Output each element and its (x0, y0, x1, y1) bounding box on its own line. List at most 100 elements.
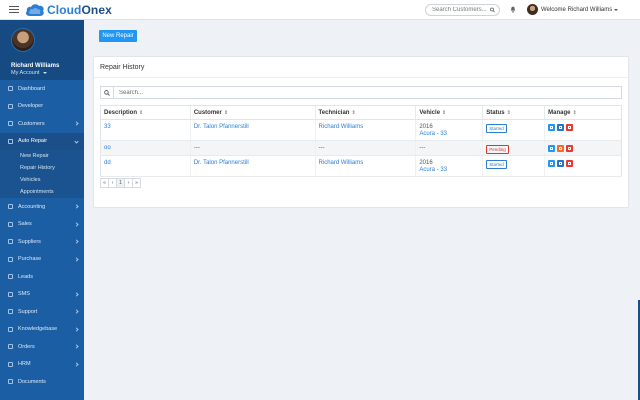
edit-icon[interactable] (557, 124, 565, 131)
sort-icon[interactable]: ⇕ (572, 110, 576, 116)
sort-icon[interactable]: ⇕ (442, 110, 446, 116)
chevron-icon (74, 221, 79, 227)
column-header-customer[interactable]: Customer ⇕ (189, 105, 316, 120)
sidebar-item-support[interactable]: Support (0, 303, 84, 321)
delete-icon[interactable] (566, 145, 574, 152)
column-header-vehicle[interactable]: Vehicle ⇕ (415, 105, 483, 120)
description-link[interactable]: dd (104, 160, 111, 166)
chevron-icon (74, 121, 79, 126)
sort-icon[interactable]: ⇕ (351, 110, 355, 116)
view-icon[interactable] (548, 160, 556, 167)
description-link[interactable]: 33 (104, 124, 111, 130)
my-account-link[interactable]: My Account (11, 70, 47, 76)
sales-icon (8, 221, 13, 227)
sidebar: Richard Williams My Account Dashboard Dev… (0, 20, 84, 400)
delete-icon[interactable] (566, 124, 574, 131)
sidebar-item-customers[interactable]: Customers (0, 115, 84, 133)
vehicle-link[interactable]: Acura - 33 (419, 131, 482, 137)
technician-link[interactable]: Richard Williams (319, 160, 364, 166)
column-label: Customer (193, 109, 222, 116)
sidebar-item-documents[interactable]: Documents (0, 373, 84, 391)
sidebar-item-hrm[interactable]: HRM (0, 356, 84, 374)
cell-vehicle: 2016 Acura - 33 (415, 155, 483, 177)
column-header-description[interactable]: Description ⇕ (100, 105, 191, 120)
sidebar-item-developer[interactable]: Developer (0, 98, 84, 116)
customer-search-input[interactable] (432, 7, 490, 13)
sidebar-item-knowledgebase[interactable]: Knowledgebase (0, 321, 84, 339)
chevron-down-icon (42, 71, 47, 74)
pager-button-4[interactable]: » (132, 178, 141, 188)
menu-toggle-icon[interactable] (9, 6, 19, 13)
table-row: 33 Dr. Talon Pfannerstill Richard Williams… (100, 119, 622, 141)
chevron-icon (74, 138, 79, 144)
sidebar-item-label: Leads (18, 273, 33, 280)
sort-icon[interactable]: ⇕ (507, 110, 511, 116)
column-header-manage[interactable]: Manage ⇕ (544, 105, 622, 120)
view-icon[interactable] (548, 145, 556, 152)
sidebar-item-label: Purchase (18, 256, 42, 263)
repair-table: Description ⇕ Customer ⇕ Technician ⇕ Vehicle ⇕… (100, 105, 622, 177)
sidebar-item-accounting[interactable]: Accounting (0, 198, 84, 216)
customer-link[interactable]: Dr. Talon Pfannerstill (194, 160, 249, 166)
sidebar-item-orders[interactable]: Orders (0, 338, 84, 356)
description-link[interactable]: oo (104, 145, 111, 151)
manage-actions (548, 160, 621, 167)
purchase-icon (8, 256, 13, 262)
new-repair-button[interactable]: New Repair (99, 30, 137, 42)
sidebar-profile: Richard Williams My Account (0, 20, 84, 80)
delete-icon-glyph (568, 147, 572, 150)
table-search[interactable] (100, 86, 622, 99)
sidebar-menu: Dashboard Developer Customers Auto Repair Ne… (0, 80, 84, 391)
customer-link[interactable]: Dr. Talon Pfannerstill (194, 124, 249, 130)
sort-icon[interactable]: ⇕ (139, 110, 143, 116)
chevron-icon (74, 361, 79, 367)
delete-icon[interactable] (566, 160, 574, 167)
column-label: Vehicle (419, 109, 441, 116)
cell-description: oo (100, 140, 191, 156)
brand-logo[interactable]: CloudOnex (25, 3, 112, 17)
vehicle-link[interactable]: Acura - 33 (419, 167, 482, 173)
manage-actions (548, 145, 621, 152)
status-badge: Started (486, 124, 507, 133)
vehicle-year: 2016 (419, 160, 433, 166)
sidebar-item-purchase[interactable]: Purchase (0, 251, 84, 269)
top-bar: CloudOnex Welcome Richard Williams (0, 0, 640, 20)
column-header-technician[interactable]: Technician ⇕ (314, 105, 416, 120)
bell-icon[interactable] (510, 6, 516, 13)
cell-description: dd (100, 155, 191, 177)
cell-manage (544, 155, 622, 177)
submenu-item-appointments[interactable]: Appointments (0, 186, 84, 198)
sidebar-item-sales[interactable]: Sales (0, 216, 84, 234)
delete-icon-glyph (568, 162, 572, 165)
sidebar-item-label: SMS (18, 291, 30, 298)
view-icon[interactable] (548, 124, 556, 131)
sidebar-item-auto-repair[interactable]: Auto Repair (0, 132, 84, 150)
edit-icon[interactable] (557, 160, 565, 167)
search-icon[interactable] (490, 7, 495, 13)
submenu-item-vehicles[interactable]: Vehicles (0, 174, 84, 186)
cell-status: Pending (482, 140, 545, 156)
sidebar-item-suppliers[interactable]: Suppliers (0, 233, 84, 251)
chevron-icon (74, 239, 79, 244)
table-search-input[interactable] (119, 89, 599, 96)
sidebar-item-dashboard[interactable]: Dashboard (0, 80, 84, 98)
user-menu[interactable]: Welcome Richard Williams (527, 4, 619, 15)
avatar (527, 4, 538, 15)
chevron-icon (74, 309, 79, 314)
customer-search[interactable] (425, 4, 500, 16)
cell-description: 33 (100, 119, 191, 141)
edit-icon[interactable] (557, 145, 565, 152)
cell-customer: --- (189, 140, 316, 156)
chevron-icon (74, 344, 79, 349)
sort-icon[interactable]: ⇕ (224, 110, 228, 116)
technician-link[interactable]: Richard Williams (319, 124, 364, 130)
status-badge: Pending (486, 145, 509, 154)
sidebar-item-sms[interactable]: SMS (0, 286, 84, 304)
submenu-item-repair-history[interactable]: Repair History (0, 162, 84, 174)
accounting-icon (8, 204, 13, 210)
hrm-icon (8, 361, 13, 367)
sidebar-item-leads[interactable]: Leads (0, 268, 84, 286)
cell-status: Started (482, 119, 545, 141)
column-header-status[interactable]: Status ⇕ (482, 105, 545, 120)
submenu-item-new-repair[interactable]: New Repair (0, 150, 84, 162)
